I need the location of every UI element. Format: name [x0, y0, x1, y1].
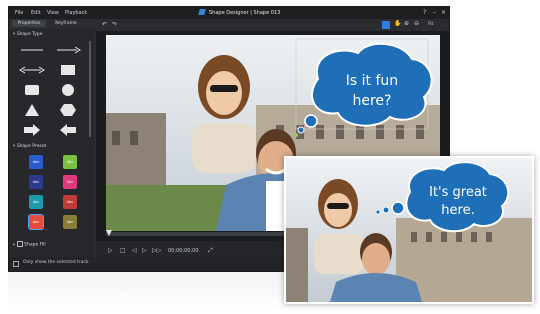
preset-teal[interactable]: Abc	[29, 195, 43, 209]
app-logo-icon	[198, 9, 206, 15]
select-tool-icon[interactable]	[382, 21, 390, 29]
prev-frame-icon[interactable]: ◁	[132, 247, 137, 254]
preset-olive[interactable]: Abc	[63, 215, 77, 229]
timecode: 00;00;00;00	[168, 248, 199, 254]
minimize-icon[interactable]: –	[433, 9, 436, 16]
next-frame-icon[interactable]: ▷	[142, 247, 147, 254]
zoom-in-icon[interactable]: ⊕	[404, 20, 409, 27]
shape-type-scrollbar[interactable]	[89, 41, 91, 137]
shape-triangle[interactable]	[17, 101, 47, 119]
result-preview-image: It's great here.	[284, 156, 534, 304]
playhead-icon[interactable]	[106, 230, 112, 236]
shape-double-arrow-line[interactable]	[17, 61, 47, 79]
only-selected-label: Only show the selected track	[23, 260, 89, 265]
preset-green[interactable]: Abc	[63, 155, 77, 169]
tab-keyframe[interactable]: Keyframe	[49, 20, 83, 27]
menu-playback[interactable]: Playback	[65, 10, 87, 16]
hand-tool-icon[interactable]: ✋	[394, 20, 401, 27]
play-icon[interactable]: ▷	[108, 247, 113, 254]
shape-rectangle[interactable]	[53, 61, 83, 79]
shape-fill-header[interactable]: ▸ Shape Fill	[13, 241, 91, 248]
preset-blue[interactable]: Abc	[29, 155, 43, 169]
window-title: Shape Designer | Shape 013	[209, 10, 281, 16]
close-icon[interactable]: ×	[441, 9, 446, 16]
menu-edit[interactable]: Edit	[31, 10, 41, 16]
left-panel: ▾ Shape Type ▾ Shape Preset Abc Abc Abc …	[9, 29, 94, 257]
zoom-select[interactable]: Fit	[428, 22, 433, 27]
shape-fill-title: Shape Fill	[24, 242, 46, 248]
shape-arrow-right[interactable]	[17, 121, 47, 139]
undo-icon[interactable]: ↶	[102, 21, 107, 28]
preset-pink[interactable]: Abc	[63, 175, 77, 189]
result-bubble-line-2: here.	[441, 203, 474, 218]
menu-view[interactable]: View	[47, 10, 59, 16]
shape-preset-title: Shape Preset	[16, 144, 47, 149]
redo-icon[interactable]: ↷	[112, 21, 117, 28]
shape-line[interactable]	[17, 41, 47, 59]
shape-arrow-left[interactable]	[53, 121, 83, 139]
shape-arrow-line[interactable]	[53, 41, 83, 59]
fast-forward-icon[interactable]: ▷▷	[152, 247, 161, 254]
result-bubble-line-1: It's great	[429, 185, 487, 200]
preset-red[interactable]: Abc	[63, 195, 77, 209]
help-icon[interactable]: ?	[423, 9, 426, 16]
preview-toolbar: ↶ ↷ ✋ ⊕ ⊖ Fit	[96, 19, 449, 31]
fullscreen-icon[interactable]: ⤢	[208, 247, 213, 255]
tab-properties[interactable]: Properties	[12, 20, 46, 27]
menu-file[interactable]: File	[15, 10, 23, 16]
shape-fill-checkbox[interactable]	[16, 241, 23, 247]
panel-tabs: Properties Keyframe	[9, 19, 94, 29]
preset-navy[interactable]: Abc	[29, 175, 43, 189]
stop-icon[interactable]: □	[120, 247, 126, 254]
bubble-text-line-2: here?	[353, 93, 392, 109]
title-bar: File Edit View Playback Shape Designer |…	[9, 7, 449, 19]
preset-orange-selected[interactable]: Abc	[28, 214, 44, 230]
bubble-text-line-1: Is it fun	[346, 73, 398, 89]
photo-couple-result: It's great here.	[286, 158, 532, 302]
shape-type-header[interactable]: ▾ Shape Type	[13, 31, 91, 38]
only-selected-checkbox[interactable]	[13, 261, 19, 267]
shape-preset-header[interactable]: ▾ Shape Preset	[13, 143, 91, 150]
shape-ellipse[interactable]	[53, 81, 83, 99]
shape-type-title: Shape Type	[16, 32, 43, 37]
shape-hexagon[interactable]	[53, 101, 83, 119]
shape-rounded-rect[interactable]	[17, 81, 47, 99]
zoom-out-icon[interactable]: ⊖	[414, 20, 419, 27]
